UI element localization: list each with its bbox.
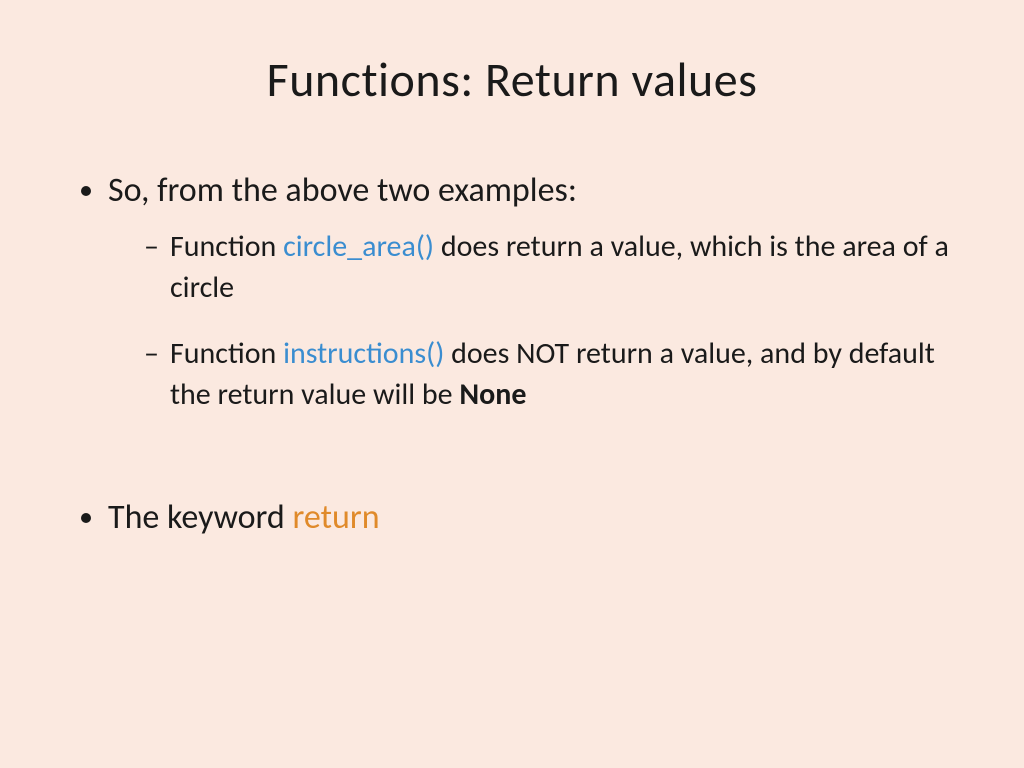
main-bullet-list: So, from the above two examples: Functio… (60, 169, 964, 415)
slide-container: Functions: Return values So, from the ab… (0, 0, 1024, 768)
slide-title: Functions: Return values (60, 50, 964, 109)
sub1-code: circle_area() (283, 228, 434, 265)
sub2-bold: None (459, 376, 526, 413)
bullet2-prefix: The keyword (108, 497, 292, 538)
sub1-prefix: Function (170, 228, 283, 265)
bullet-item-2: The keyword return (108, 496, 964, 540)
spacer (60, 441, 964, 496)
bullet-item-1: So, from the above two examples: Functio… (108, 169, 964, 415)
sub-bullet-list: Function circle_area() does return a val… (108, 227, 964, 415)
sub-item-1: Function circle_area() does return a val… (152, 227, 964, 308)
sub2-code: instructions() (283, 335, 444, 372)
sub2-prefix: Function (170, 335, 283, 372)
sub-item-2: Function instructions() does NOT return … (152, 334, 964, 415)
second-bullet-list: The keyword return (60, 496, 964, 540)
bullet2-code: return (292, 497, 379, 538)
bullet-1-text: So, from the above two examples: (108, 170, 577, 211)
